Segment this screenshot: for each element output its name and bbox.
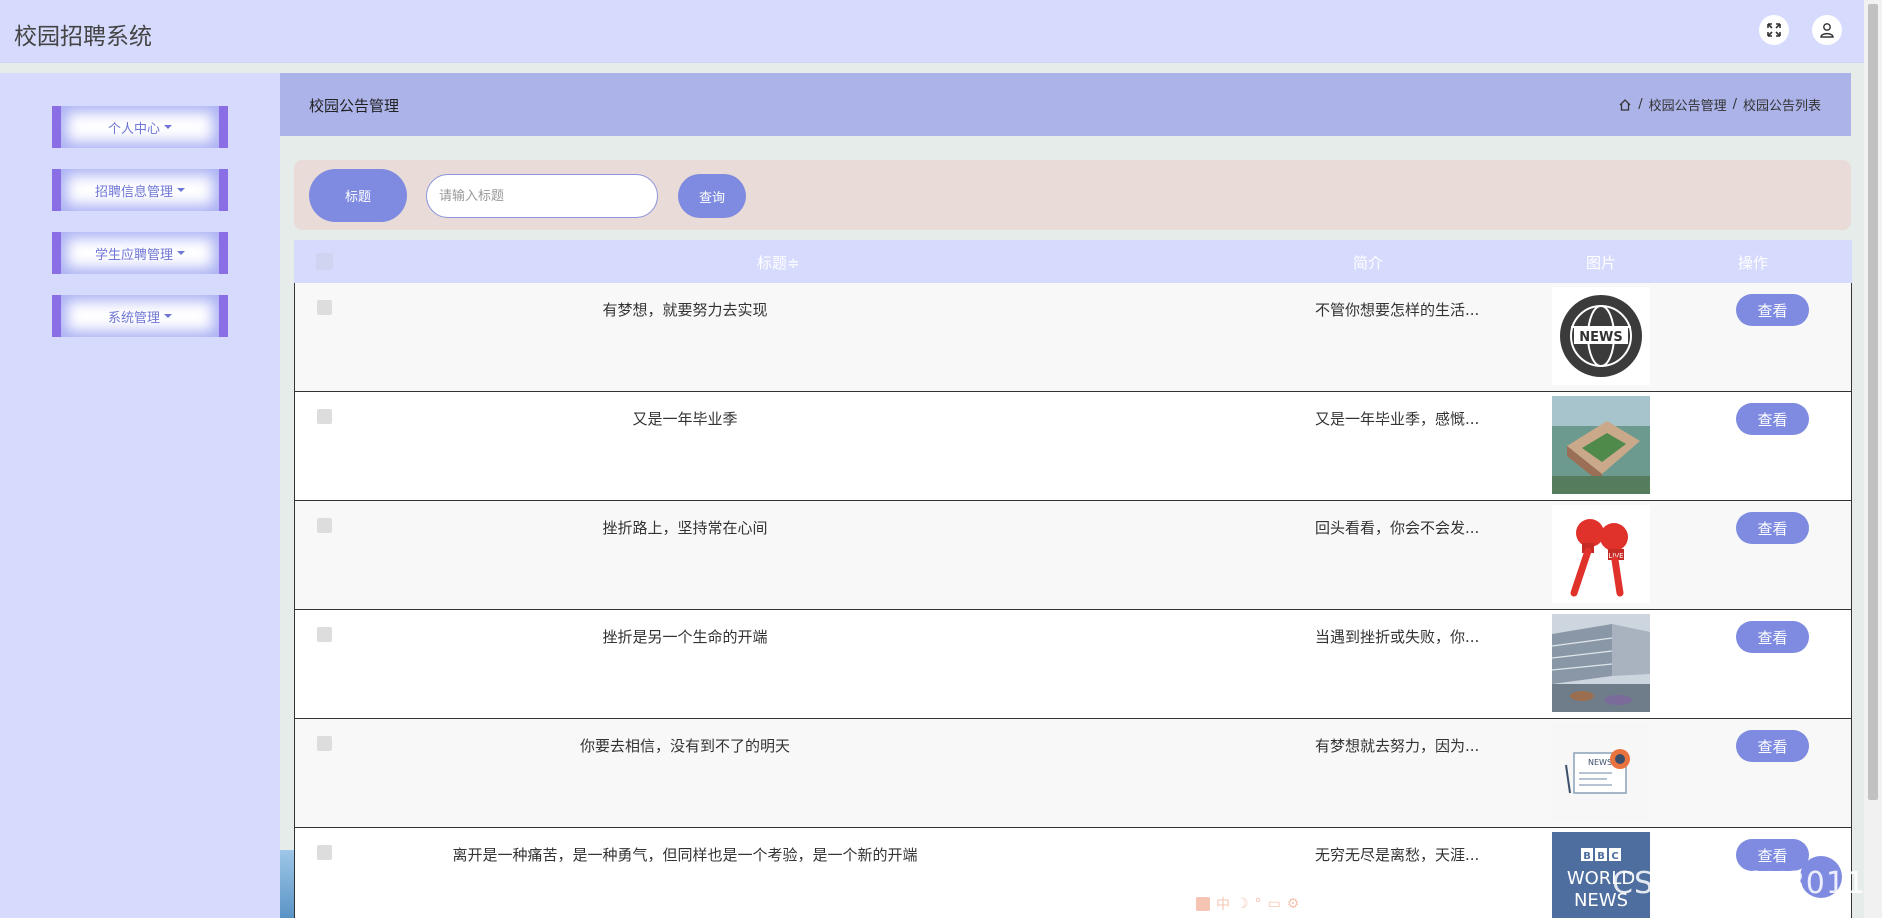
view-button[interactable]: 查看	[1736, 621, 1809, 653]
caret-down-icon	[177, 188, 185, 192]
watermark: CSDN @CK3011	[1612, 866, 1867, 901]
sidebar-item-label: 招聘信息管理	[94, 184, 173, 200]
row-title: 离开是一种痛苦，是一种勇气，但同样也是一个考验，是一个新的开端	[452, 846, 918, 864]
table-row: 有梦想，就要努力去实现 不管你想要怎样的生活... NEWS 查看	[294, 283, 1852, 392]
svg-text:B: B	[1583, 851, 1591, 862]
page-scrollbar[interactable]	[1864, 0, 1882, 918]
title-label: 标题	[309, 169, 407, 222]
row-checkbox[interactable]	[317, 845, 332, 860]
view-button[interactable]: 查看	[1736, 512, 1809, 544]
row-checkbox[interactable]	[317, 409, 332, 424]
table-row: 挫折是另一个生命的开端 当遇到挫折或失败，你... 查看	[294, 610, 1852, 719]
column-header-intro: 简介	[1353, 254, 1384, 272]
column-header-actions: 操作	[1738, 254, 1769, 272]
column-header-image: 图片	[1586, 254, 1617, 272]
app-title: 校园招聘系统	[14, 24, 152, 50]
row-title: 又是一年毕业季	[632, 410, 738, 428]
ime-toolbar: 中 ☽ ° ▭ ⚙	[1196, 893, 1394, 915]
ime-punctuation-icon[interactable]: °	[1255, 896, 1262, 912]
ime-moon-icon[interactable]: ☽	[1236, 896, 1249, 912]
ime-mode-label[interactable]: 中	[1216, 894, 1230, 914]
announcement-table: 标题≑ 简介 图片 操作 有梦想，就要努力去实现 不管你想要怎样的生活... N…	[294, 240, 1852, 918]
sidebar-item-label: 个人中心	[107, 121, 160, 137]
title-search-input[interactable]	[426, 174, 658, 218]
row-checkbox[interactable]	[317, 627, 332, 642]
query-button[interactable]: 查询	[678, 174, 746, 218]
news-globe-icon: NEWS	[1552, 287, 1650, 385]
sidebar-item-recruitment-info[interactable]: 招聘信息管理	[52, 169, 228, 211]
live-microphone-icon: LIVE	[1552, 505, 1650, 603]
row-title: 挫折是另一个生命的开端	[602, 628, 768, 646]
row-title: 挫折路上，坚持常在心间	[602, 519, 768, 537]
sidebar-item-label: 学生应聘管理	[94, 247, 173, 263]
ime-logo-icon	[1196, 897, 1210, 911]
search-panel: 标题 查询	[294, 160, 1851, 230]
table-header: 标题≑ 简介 图片 操作	[294, 240, 1852, 283]
sidebar-item-system[interactable]: 系统管理	[52, 295, 228, 337]
caret-down-icon	[177, 251, 185, 255]
view-button[interactable]: 查看	[1736, 730, 1809, 762]
row-checkbox[interactable]	[317, 736, 332, 751]
sidebar-item-label: 系统管理	[107, 310, 160, 326]
sidebar: 个人中心 招聘信息管理 学生应聘管理 系统管理	[0, 73, 280, 918]
svg-text:NEWS: NEWS	[1579, 330, 1622, 345]
sidebar-item-student-applications[interactable]: 学生应聘管理	[52, 232, 228, 274]
svg-text:B: B	[1597, 851, 1605, 862]
top-header: 校园招聘系统	[0, 0, 1864, 63]
ime-settings-icon[interactable]: ⚙	[1287, 896, 1300, 912]
expand-icon	[1767, 23, 1781, 37]
row-title: 你要去相信，没有到不了的明天	[579, 737, 790, 755]
view-button[interactable]: 查看	[1736, 294, 1809, 326]
svg-text:C: C	[1611, 851, 1618, 862]
row-checkbox[interactable]	[317, 300, 332, 315]
table-row: 你要去相信，没有到不了的明天 有梦想就去努力，因为... NEWS 查看	[294, 719, 1852, 828]
page-title: 校园公告管理	[309, 97, 400, 115]
sidebar-item-personal-center[interactable]: 个人中心	[52, 106, 228, 148]
campus-building-photo	[1551, 614, 1650, 712]
select-all-checkbox[interactable]	[316, 253, 333, 270]
row-checkbox[interactable]	[317, 518, 332, 533]
scrollbar-thumb[interactable]	[1868, 4, 1878, 800]
table-row: 挫折路上，坚持常在心间 回头看看，你会不会发... LIVE 查看	[294, 501, 1852, 610]
column-label: 标题	[757, 254, 788, 272]
decorative-strip	[280, 850, 294, 918]
breadcrumb-item: 校园公告列表	[1742, 99, 1821, 114]
breadcrumb: / 校园公告管理 / 校园公告列表	[1618, 95, 1821, 114]
breadcrumb-separator: /	[1732, 97, 1737, 112]
home-icon[interactable]	[1618, 98, 1632, 112]
newspaper-icon: NEWS	[1552, 723, 1650, 821]
breadcrumb-bar: 校园公告管理 / 校园公告管理 / 校园公告列表	[280, 73, 1851, 136]
sort-icon[interactable]: ≑	[787, 254, 800, 272]
breadcrumb-item[interactable]: 校园公告管理	[1649, 95, 1727, 114]
table-row: 又是一年毕业季 又是一年毕业季，感慨... 查看	[294, 392, 1852, 501]
breadcrumb-separator: /	[1638, 97, 1643, 112]
user-button[interactable]	[1812, 15, 1842, 45]
row-title: 有梦想，就要努力去实现	[602, 301, 768, 319]
user-icon	[1820, 23, 1834, 38]
column-header-title[interactable]: 标题≑	[757, 252, 800, 273]
svg-text:NEWS: NEWS	[1588, 758, 1612, 767]
campus-aerial-photo	[1552, 396, 1650, 494]
view-button[interactable]: 查看	[1736, 403, 1809, 435]
ime-keyboard-icon[interactable]: ▭	[1268, 896, 1281, 912]
caret-down-icon	[164, 125, 172, 129]
fullscreen-button[interactable]	[1759, 15, 1789, 45]
caret-down-icon	[164, 314, 172, 318]
